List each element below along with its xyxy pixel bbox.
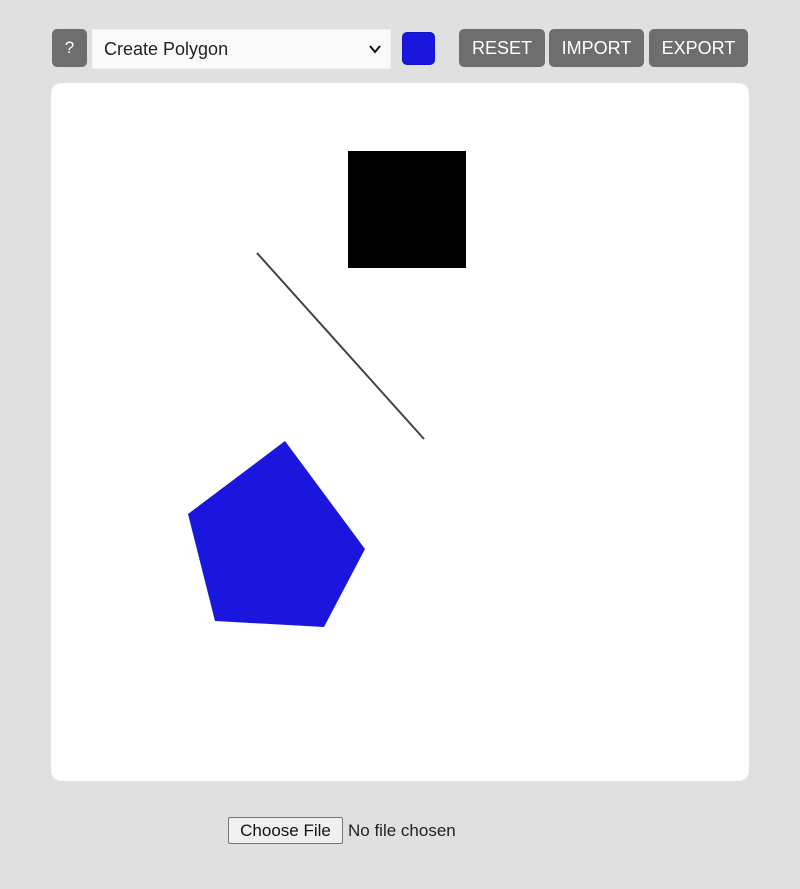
color-picker[interactable]: [402, 32, 435, 65]
mode-select[interactable]: Create Polygon: [92, 29, 391, 69]
drawing-canvas[interactable]: [51, 83, 749, 781]
help-button[interactable]: ?: [52, 29, 87, 67]
chevron-down-icon: [369, 45, 381, 54]
canvas-svg[interactable]: [51, 83, 749, 781]
choose-file-button[interactable]: Choose File: [228, 817, 343, 844]
toolbar: ? Create Polygon RESET IMPORT EXPORT: [52, 29, 748, 69]
export-button[interactable]: EXPORT: [649, 29, 748, 67]
mode-select-value: Create Polygon: [104, 39, 229, 59]
import-button[interactable]: IMPORT: [549, 29, 644, 67]
blue-pentagon[interactable]: [188, 441, 365, 627]
black-square[interactable]: [348, 151, 466, 268]
reset-button[interactable]: RESET: [459, 29, 545, 67]
diagonal-line[interactable]: [256, 252, 425, 440]
file-input: Choose File No file chosen: [228, 817, 588, 845]
file-status-text: No file chosen: [348, 821, 456, 840]
